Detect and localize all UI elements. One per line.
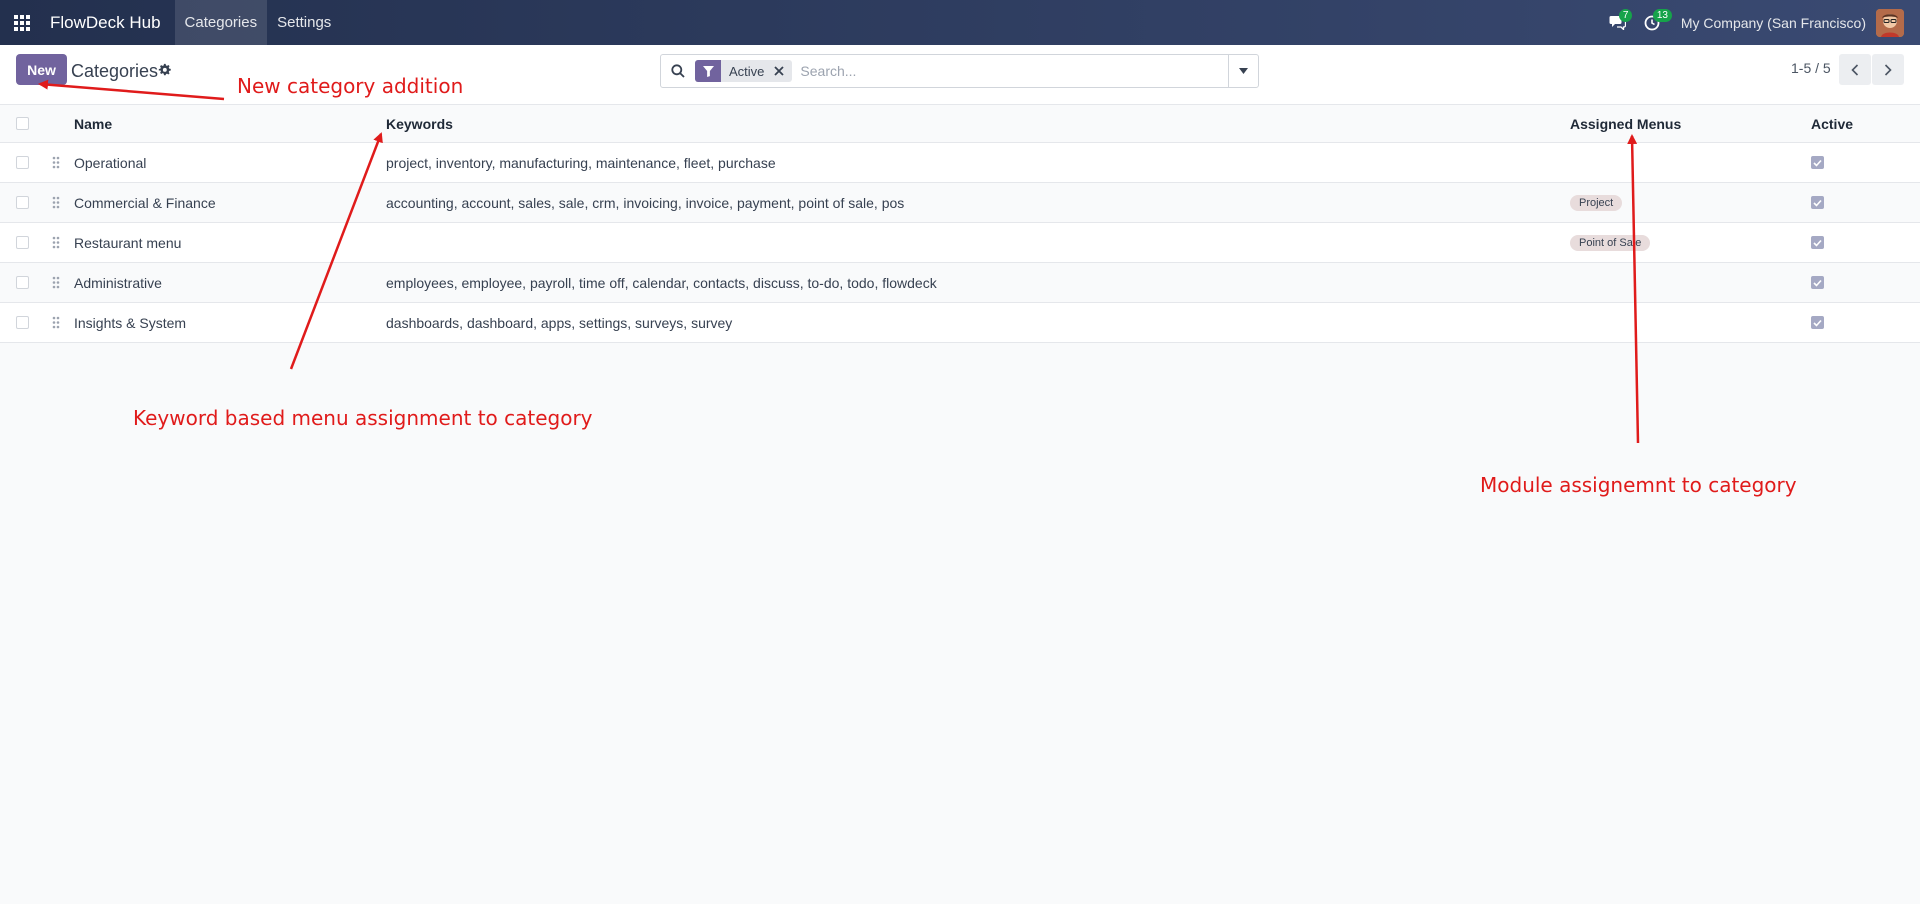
drag-handle-icon[interactable] <box>52 223 60 262</box>
row-keywords: employees, employee, payroll, time off, … <box>386 274 937 291</box>
row-checkbox[interactable] <box>16 156 29 169</box>
chevron-left-icon <box>1851 63 1859 76</box>
drag-handle-icon[interactable] <box>52 263 60 302</box>
messages-badge: 7 <box>1618 9 1633 22</box>
menu-tag: Project <box>1570 194 1623 211</box>
app-switcher-icon[interactable] <box>0 0 44 45</box>
table-row[interactable]: Administrative employees, employee, payr… <box>0 263 1920 303</box>
drag-handle-icon[interactable] <box>52 183 60 222</box>
drag-handle-icon[interactable] <box>52 143 60 182</box>
column-header-keywords[interactable]: Keywords <box>386 105 453 142</box>
row-name: Restaurant menu <box>74 234 182 251</box>
column-header-name[interactable]: Name <box>74 105 112 142</box>
company-switcher[interactable]: My Company (San Francisco) <box>1681 15 1866 31</box>
column-header-active[interactable]: Active <box>1811 105 1853 142</box>
annotation-new-category: New category addition <box>237 74 464 98</box>
caret-down-icon <box>1239 68 1248 74</box>
active-checkbox[interactable] <box>1811 156 1824 169</box>
row-checkbox[interactable] <box>16 236 29 249</box>
search-input[interactable] <box>800 56 1228 86</box>
row-keywords: dashboards, dashboard, apps, settings, s… <box>386 314 733 331</box>
menu-tag: Point of Sale <box>1570 234 1651 251</box>
row-checkbox[interactable] <box>16 276 29 289</box>
table-row[interactable]: Commercial & Finance accounting, account… <box>0 183 1920 223</box>
activities-button[interactable]: 13 <box>1635 0 1672 45</box>
search-options-toggle[interactable] <box>1228 55 1258 87</box>
table-row[interactable]: Restaurant menu Point of Sale <box>0 223 1920 263</box>
pager-next-button[interactable] <box>1872 54 1904 85</box>
filter-facet: Active <box>695 60 793 82</box>
nav-menu-categories[interactable]: Categories <box>174 0 268 45</box>
pager-value[interactable]: 1-5 / 5 <box>1791 60 1831 76</box>
top-navbar: FlowDeck Hub Categories Settings 7 13 My… <box>0 0 1920 45</box>
drag-handle-icon[interactable] <box>52 303 60 342</box>
search-bar: Active <box>660 54 1259 88</box>
row-keywords: project, inventory, manufacturing, maint… <box>386 154 776 171</box>
active-checkbox[interactable] <box>1811 196 1824 209</box>
list-header: Name Keywords Assigned Menus Active <box>0 105 1920 143</box>
active-checkbox[interactable] <box>1811 316 1824 329</box>
new-button[interactable]: New <box>16 54 67 85</box>
row-checkbox[interactable] <box>16 196 29 209</box>
active-checkbox[interactable] <box>1811 276 1824 289</box>
row-name: Commercial & Finance <box>74 194 216 211</box>
search-icon[interactable] <box>661 64 695 78</box>
messages-button[interactable]: 7 <box>1601 0 1635 45</box>
annotation-keyword: Keyword based menu assignment to categor… <box>133 406 593 430</box>
app-brand[interactable]: FlowDeck Hub <box>50 13 161 33</box>
categories-list: Name Keywords Assigned Menus Active Oper… <box>0 105 1920 343</box>
filter-icon <box>695 60 721 82</box>
page-title: Categories <box>71 61 159 81</box>
row-checkbox[interactable] <box>16 316 29 329</box>
close-icon[interactable] <box>772 66 792 76</box>
row-name: Administrative <box>74 274 162 291</box>
annotation-module: Module assignemnt to category <box>1480 473 1797 497</box>
navbar-systray: 7 13 My Company (San Francisco) <box>1601 0 1920 45</box>
table-row[interactable]: Operational project, inventory, manufact… <box>0 143 1920 183</box>
filter-facet-label: Active <box>729 63 765 79</box>
column-header-assigned-menus[interactable]: Assigned Menus <box>1570 105 1681 142</box>
activities-badge: 13 <box>1652 9 1672 22</box>
row-name: Insights & System <box>74 314 187 331</box>
gear-icon[interactable] <box>158 63 171 80</box>
select-all-checkbox[interactable] <box>16 117 29 130</box>
chevron-right-icon <box>1884 63 1892 76</box>
row-name: Operational <box>74 154 147 171</box>
nav-menu-settings[interactable]: Settings <box>267 0 341 45</box>
user-avatar[interactable] <box>1876 8 1904 37</box>
table-row[interactable]: Insights & System dashboards, dashboard,… <box>0 303 1920 343</box>
pager-previous-button[interactable] <box>1839 54 1871 85</box>
row-keywords: accounting, account, sales, sale, crm, i… <box>386 194 905 211</box>
active-checkbox[interactable] <box>1811 236 1824 249</box>
